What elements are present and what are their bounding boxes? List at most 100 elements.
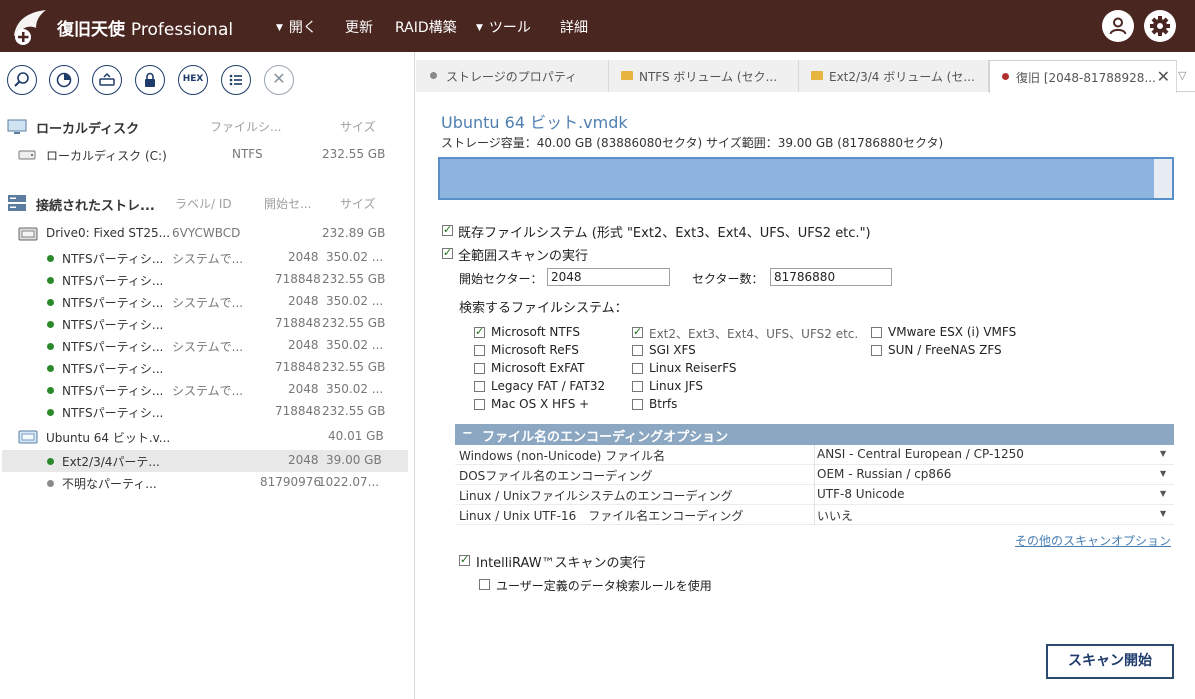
scan-range-bar[interactable]	[438, 157, 1174, 200]
gear-icon	[1150, 16, 1170, 36]
collapse-icon[interactable]: −	[462, 426, 473, 441]
tab-storage-properties[interactable]: ストレージのプロパティ	[416, 60, 609, 92]
fs-option-label: Legacy FAT / FAT32	[491, 379, 606, 393]
partition-row[interactable]: NTFSパーティシ... システムで... 2048 350.02 ...	[0, 335, 414, 357]
lock-button[interactable]	[135, 65, 165, 95]
fs-checkbox[interactable]	[632, 399, 643, 410]
encoding-key: Linux / Unix UTF-16 ファイル名エンコーディング	[459, 509, 744, 523]
encoding-row[interactable]: Linux / Unixファイルシステムのエンコーディング UTF-8 Unic…	[455, 485, 1174, 505]
dropdown-arrow-icon[interactable]: ▼	[1160, 449, 1166, 458]
encoding-value[interactable]: UTF-8 Unicode	[817, 487, 904, 501]
encoding-row[interactable]: Linux / Unix UTF-16 ファイル名エンコーディング いいえ ▼	[455, 505, 1174, 525]
settings-button[interactable]	[1144, 10, 1176, 42]
dropdown-arrow-icon[interactable]: ▼	[1160, 509, 1166, 518]
partition-row[interactable]: NTFSパーティシ... 718848 232.55 GB	[0, 313, 414, 335]
full-scan-checkbox[interactable]	[442, 246, 453, 259]
dropdown-arrow-icon[interactable]: ▼	[1160, 469, 1166, 478]
drive0-row[interactable]: Drive0: Fixed ST25... 6VYCWBCD 232.89 GB	[0, 223, 414, 245]
fs-option-label: Linux JFS	[649, 379, 703, 393]
monitor-icon	[7, 119, 27, 134]
partition-size: 350.02 ...	[326, 338, 384, 352]
partition-row[interactable]: NTFSパーティシ... 718848 232.55 GB	[0, 269, 414, 291]
tab-recovery[interactable]: 復旧 [2048-81788928... ✕	[989, 60, 1177, 93]
fs-checkbox[interactable]	[632, 381, 643, 392]
encoding-value[interactable]: ANSI - Central European / CP-1250	[817, 447, 1024, 461]
partition-label: システムで...	[172, 340, 244, 354]
encoding-row[interactable]: DOSファイル名のエンコーディング OEM - Russian / cp866 …	[455, 465, 1174, 485]
start-scan-button[interactable]: スキャン開始	[1046, 644, 1174, 679]
lock-icon	[145, 72, 155, 87]
close-storage-button[interactable]: ✕	[264, 65, 294, 95]
image-disk-button[interactable]	[92, 65, 122, 95]
partition-name: NTFSパーティシ...	[62, 296, 164, 310]
list-view-button[interactable]	[221, 65, 251, 95]
recovery-options-panel: ストレージのプロパティ NTFS ボリューム (セク... Ext2/3/4 ボ…	[416, 52, 1195, 699]
close-icon[interactable]: ✕	[1157, 67, 1170, 86]
start-sector-input[interactable]: 2048	[547, 268, 670, 286]
local-disk-row[interactable]: ローカルディスク (C:) NTFS 232.55 GB	[0, 144, 414, 166]
app-title-suffix: Professional	[130, 20, 234, 40]
tab-dropdown-icon[interactable]: ▽	[1178, 69, 1186, 82]
user-account-button[interactable]	[1102, 10, 1134, 42]
dropdown-arrow-icon[interactable]: ▼	[1160, 489, 1166, 498]
encoding-value[interactable]: OEM - Russian / cp866	[817, 467, 951, 481]
menu-tools[interactable]: ▼ ツール	[476, 17, 531, 37]
list-icon	[229, 74, 242, 86]
fs-checkbox[interactable]	[871, 345, 882, 356]
fs-checkbox[interactable]	[632, 345, 643, 356]
fs-checkbox[interactable]	[632, 363, 643, 374]
fs-search-label: 検索するファイルシステム：	[459, 301, 628, 316]
fs-checkbox[interactable]	[474, 399, 485, 410]
drive-copy-icon	[99, 72, 115, 86]
vmdk-partition-row[interactable]: 不明なパーティ... 81790976 1022.07...	[0, 472, 414, 494]
partition-row[interactable]: NTFSパーティシ... システムで... 2048 350.02 ...	[0, 291, 414, 313]
existing-fs-checkbox[interactable]	[442, 223, 453, 236]
storage-title: Ubuntu 64 ビット.vmdk	[441, 113, 628, 132]
partition-start: 2048	[288, 250, 319, 264]
fs-checkbox[interactable]	[632, 325, 643, 338]
encoding-section-header[interactable]: − ファイル名のエンコーディングオプション	[455, 424, 1174, 445]
fs-option-label: SGI XFS	[649, 343, 696, 357]
tab-bar: ストレージのプロパティ NTFS ボリューム (セク... Ext2/3/4 ボ…	[416, 60, 1195, 93]
partition-row[interactable]: NTFSパーティシ... 718848 232.55 GB	[0, 401, 414, 423]
partition-name: 不明なパーティ...	[62, 477, 157, 491]
vmdk-row[interactable]: Ubuntu 64 ビット.v... 40.01 GB	[0, 426, 414, 448]
menu-tools-label: ツール	[488, 20, 531, 36]
vmdk-partition-row-selected[interactable]: Ext2/3/4パーテ... 2048 39.00 GB	[2, 450, 408, 472]
user-rules-checkbox[interactable]	[479, 579, 490, 590]
partition-status-dot-icon	[47, 480, 54, 487]
menu-raid[interactable]: RAID構築	[395, 17, 457, 37]
more-scan-options-link[interactable]: その他のスキャンオプション	[1015, 532, 1171, 549]
disk-scan-button[interactable]	[49, 65, 79, 95]
partition-row[interactable]: NTFSパーティシ... 718848 232.55 GB	[0, 357, 414, 379]
intelliraw-checkbox[interactable]	[459, 553, 470, 566]
partition-status-dot-icon	[47, 321, 54, 328]
menu-open[interactable]: ▼ 開く	[276, 17, 317, 37]
tab-ntfs-volume[interactable]: NTFS ボリューム (セク...	[609, 60, 799, 92]
menu-refresh[interactable]: 更新	[345, 17, 373, 37]
tab-ext-volume[interactable]: Ext2/3/4 ボリューム (セ...	[799, 60, 989, 92]
partition-row[interactable]: NTFSパーティシ... システムで... 2048 350.02 ...	[0, 379, 414, 401]
hex-viewer-button[interactable]: HEX	[178, 65, 208, 95]
virtual-disk-icon	[18, 430, 38, 444]
fs-checkbox[interactable]	[474, 325, 485, 338]
start-sector-label: 開始セクター：	[459, 272, 543, 286]
connected-storage-section-header: 接続されたストレ... ラベル/ ID 開始セ... サイズ	[0, 192, 414, 214]
intelliraw-label: IntelliRAW™スキャンの実行	[476, 556, 646, 571]
local-disk-section-title: ローカルディスク	[36, 122, 140, 137]
partition-start: 81790976	[260, 475, 322, 489]
fs-checkbox[interactable]	[871, 327, 882, 338]
fs-checkbox[interactable]	[474, 345, 485, 356]
title-bar: 復旧天使 Professional ▼ 開く 更新 RAID構築 ▼ ツール 詳細	[0, 0, 1195, 52]
fs-checkbox[interactable]	[474, 363, 485, 374]
search-button[interactable]	[7, 65, 37, 95]
encoding-value[interactable]: いいえ	[817, 507, 853, 524]
sector-count-input[interactable]: 81786880	[770, 268, 892, 286]
encoding-row[interactable]: Windows (non-Unicode) ファイル名 ANSI - Centr…	[455, 445, 1174, 465]
menu-details[interactable]: 詳細	[560, 17, 588, 37]
fs-option-label: Mac OS X HFS +	[491, 397, 590, 411]
vmdk-size: 40.01 GB	[328, 429, 384, 443]
partition-size: 232.55 GB	[322, 404, 386, 418]
partition-row[interactable]: NTFSパーティシ... システムで... 2048 350.02 ...	[0, 247, 414, 269]
fs-checkbox[interactable]	[474, 381, 485, 392]
